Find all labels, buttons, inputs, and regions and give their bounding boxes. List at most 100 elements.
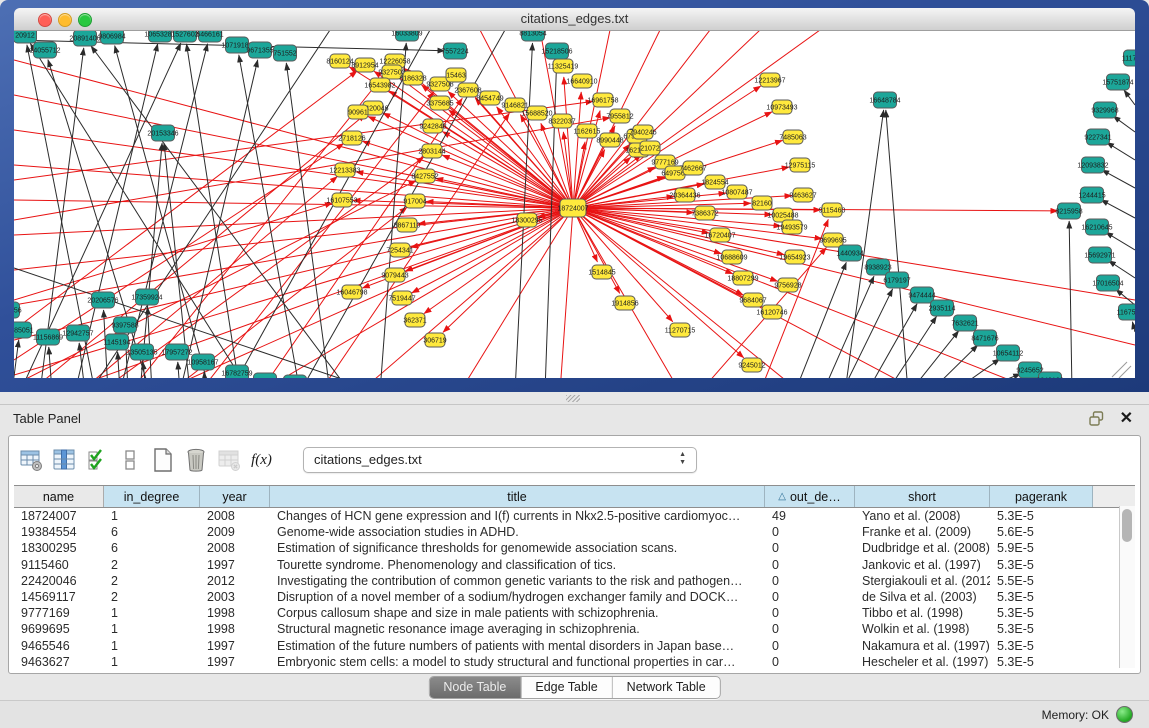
graph-node[interactable]: 16648784 xyxy=(869,92,900,108)
graph-node[interactable]: 8215958 xyxy=(1055,203,1082,219)
table-row[interactable]: 1830029562008Estimation of significance … xyxy=(14,540,1135,556)
close-panel-icon[interactable]: ✕ xyxy=(1120,408,1133,428)
citation-edge[interactable] xyxy=(953,359,1000,378)
graph-node[interactable]: 9806984 xyxy=(98,31,125,44)
scrollbar-thumb[interactable] xyxy=(1122,509,1132,542)
graph-node[interactable]: 8990448 xyxy=(596,133,623,147)
graph-node[interactable]: 12975115 xyxy=(785,158,816,172)
graph-node[interactable]: 17957272 xyxy=(161,344,192,360)
citation-edge[interactable] xyxy=(845,110,884,378)
graph-node[interactable]: 15463 xyxy=(446,68,466,82)
table-row[interactable]: 946554611997Estimation of the future num… xyxy=(14,638,1135,654)
graph-node[interactable]: 7386372 xyxy=(691,206,718,220)
citation-edge[interactable] xyxy=(1113,116,1135,132)
graph-node[interactable]: 7940246 xyxy=(629,125,656,139)
citation-edge[interactable] xyxy=(1102,170,1135,188)
graph-node[interactable]: 1117382 xyxy=(1122,50,1135,66)
citation-edge[interactable] xyxy=(1132,322,1135,332)
graph-node[interactable]: 7485063 xyxy=(779,130,806,144)
citation-edge[interactable] xyxy=(823,276,874,378)
tab-edge-table[interactable]: Edge Table xyxy=(521,677,612,698)
graph-node[interactable]: 8160124 xyxy=(326,54,353,68)
graph-node[interactable]: 917004 xyxy=(403,194,426,208)
graph-node[interactable]: 10654112 xyxy=(993,345,1024,361)
graph-node[interactable]: 8186328 xyxy=(399,71,426,85)
graph-node[interactable]: 16961758 xyxy=(587,93,618,107)
graph-node[interactable]: 17016504 xyxy=(1092,275,1123,291)
graph-node[interactable]: 1292344 xyxy=(251,373,278,378)
select-all-button[interactable] xyxy=(83,446,110,474)
graph-node[interactable]: 9115460 xyxy=(819,203,846,217)
graph-node[interactable]: 9227341 xyxy=(1084,129,1111,145)
column-header-name[interactable]: name xyxy=(14,486,104,507)
graph-node[interactable]: 2803144 xyxy=(418,144,445,158)
tab-node-table[interactable]: Node Table xyxy=(429,677,521,698)
graph-node[interactable]: 16543982 xyxy=(364,78,395,92)
column-header-year[interactable]: year xyxy=(200,486,270,507)
graph-node[interactable]: 15218506 xyxy=(541,43,572,59)
graph-node[interactable]: 7462667 xyxy=(679,161,706,175)
network-canvas[interactable]: 1872400781601248912954122260589327503165… xyxy=(14,31,1135,378)
float-window-icon[interactable] xyxy=(1089,411,1105,426)
graph-node[interactable]: 12213967 xyxy=(754,73,785,87)
table-vertical-scrollbar[interactable] xyxy=(1119,506,1135,668)
graph-node[interactable]: 6624052 xyxy=(281,375,308,378)
citation-edge-red[interactable] xyxy=(760,219,828,378)
graph-node[interactable]: 362371 xyxy=(403,313,426,327)
graph-node[interactable]: 7254341 xyxy=(386,243,413,257)
graph-node[interactable]: 20912 xyxy=(14,31,37,43)
graph-node[interactable]: 751552 xyxy=(273,45,296,61)
graph-node[interactable]: 1514845 xyxy=(588,265,615,279)
graph-node[interactable]: 8454749 xyxy=(476,91,503,105)
graph-node[interactable]: 16782759 xyxy=(221,365,252,378)
column-header-short[interactable]: short xyxy=(855,486,990,507)
graph-node[interactable]: 9397588 xyxy=(111,317,138,333)
graph-node[interactable]: 20206576 xyxy=(87,292,118,308)
citation-edge[interactable] xyxy=(930,345,978,378)
graph-node[interactable]: 19654923 xyxy=(779,250,810,264)
graph-node[interactable]: 1145194 xyxy=(104,334,131,350)
graph-node[interactable]: 90961 xyxy=(348,105,368,119)
graph-node[interactable]: 1244415 xyxy=(1078,187,1105,203)
column-header-pagerank[interactable]: pagerank xyxy=(990,486,1093,507)
graph-node[interactable]: 12942757 xyxy=(62,325,93,341)
graph-node[interactable]: 7955812 xyxy=(606,109,633,123)
column-header-title[interactable]: title xyxy=(270,486,765,507)
hub-graph-node[interactable]: 18724007 xyxy=(557,199,588,217)
graph-node[interactable]: 7519447 xyxy=(388,291,415,305)
citation-edge[interactable] xyxy=(795,262,846,378)
graph-node[interactable]: 8912954 xyxy=(351,58,378,72)
graph-node[interactable]: 82160 xyxy=(752,196,772,210)
graph-node[interactable]: 1824554 xyxy=(701,175,728,189)
graph-node[interactable]: 1440934 xyxy=(836,245,863,261)
show-columns-button[interactable] xyxy=(50,446,77,474)
graph-node[interactable]: 9463627 xyxy=(789,188,816,202)
citation-edge[interactable] xyxy=(1124,90,1135,105)
citation-edge-red[interactable] xyxy=(573,31,610,208)
citation-edge-red[interactable] xyxy=(573,31,710,208)
graph-node[interactable]: 11156869 xyxy=(33,329,63,345)
citation-graph[interactable]: 1872400781601248912954122260589327503165… xyxy=(14,31,1135,378)
graph-node[interactable]: 9242848 xyxy=(419,119,446,133)
graph-node[interactable]: 10688609 xyxy=(716,250,747,264)
graph-node[interactable]: 7557224 xyxy=(441,43,468,59)
graph-node[interactable]: 16033809 xyxy=(391,31,422,41)
graph-node[interactable]: 16640910 xyxy=(566,74,597,88)
graph-node[interactable]: 13505135 xyxy=(126,344,157,360)
graph-node[interactable]: 2935114 xyxy=(929,300,956,316)
table-options-button[interactable] xyxy=(17,446,44,474)
citation-edge[interactable] xyxy=(1106,142,1135,160)
horizontal-splitter[interactable] xyxy=(0,392,1149,404)
graph-node[interactable]: 16120746 xyxy=(756,305,787,319)
table-chooser-dropdown[interactable]: citations_edges.txt ▲▼ xyxy=(303,447,697,473)
table-row[interactable]: 1872400712008Changes of HCN gene express… xyxy=(14,508,1135,524)
citation-edge-red[interactable] xyxy=(573,208,781,226)
memory-status-indicator-icon[interactable] xyxy=(1116,706,1133,723)
graph-node[interactable]: 1167533 xyxy=(1117,304,1135,320)
graph-node[interactable]: 20364436 xyxy=(669,188,700,202)
graph-node[interactable]: 21072 xyxy=(640,141,660,155)
citation-edge[interactable] xyxy=(118,352,120,378)
table-row[interactable]: 946362711997Embryonic stem cells: a mode… xyxy=(14,654,1135,670)
splitter-grip-icon[interactable] xyxy=(566,395,580,402)
column-header-out_de[interactable]: △out_de… xyxy=(765,486,855,507)
